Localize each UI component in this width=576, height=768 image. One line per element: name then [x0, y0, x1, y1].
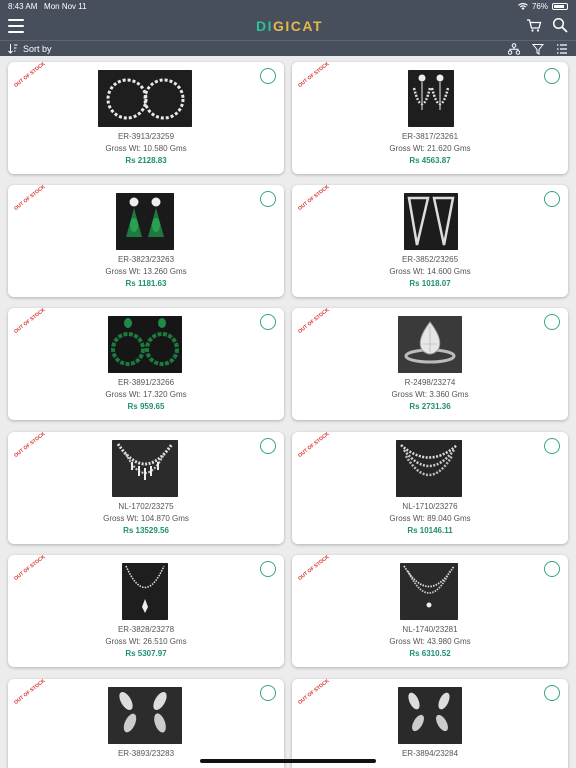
product-weight: Gross Wt: 104.870 Gms: [103, 514, 189, 523]
product-code: NL-1740/23281: [402, 625, 458, 634]
out-of-stock-badge: OUT OF STOCK: [297, 554, 331, 582]
product-weight: Gross Wt: 13.260 Gms: [105, 267, 187, 276]
app-header: DIGICAT: [0, 14, 576, 40]
select-checkbox[interactable]: [544, 685, 560, 701]
sort-bar: Sort by: [0, 40, 576, 56]
product-price: Rs 2731.36: [409, 402, 451, 411]
product-price: Rs 1181.63: [125, 279, 167, 288]
select-checkbox[interactable]: [544, 314, 560, 330]
product-code: ER-3817/23261: [401, 132, 459, 141]
product-price: Rs 1018.07: [409, 279, 451, 288]
product-weight: Gross Wt: 10.580 Gms: [105, 144, 187, 153]
product-weight: Gross Wt: 26.510 Gms: [105, 637, 187, 646]
product-code: ER-3823/23263: [117, 255, 175, 264]
product-price: Rs 5307.97: [125, 649, 167, 658]
out-of-stock-badge: OUT OF STOCK: [13, 184, 47, 212]
product-card[interactable]: OUT OF STOCK NL-1702/23275 Gross Wt: 104…: [8, 431, 284, 544]
product-image-leaf-cluster-earrings: [398, 687, 462, 744]
app-logo: DIGICAT: [256, 18, 324, 34]
out-of-stock-badge: OUT OF STOCK: [13, 678, 47, 706]
out-of-stock-badge: OUT OF STOCK: [297, 307, 331, 335]
sort-by-label: Sort by: [23, 43, 52, 54]
product-grid: OUT OF STOCK ER-3913/23259 Gross Wt: 10.…: [0, 56, 576, 768]
select-checkbox[interactable]: [544, 68, 560, 84]
product-card[interactable]: OUT OF STOCK ER-3823/23263 Gross Wt: 13.…: [8, 184, 284, 297]
select-checkbox[interactable]: [544, 191, 560, 207]
product-card[interactable]: OUT OF STOCK ER-3894/23284: [292, 678, 568, 768]
product-card[interactable]: OUT OF STOCK ER-3891/23266 Gross Wt: 17.…: [8, 307, 284, 420]
out-of-stock-badge: OUT OF STOCK: [297, 184, 331, 212]
product-card[interactable]: OUT OF STOCK NL-1710/23276 Gross Wt: 89.…: [292, 431, 568, 544]
product-price: Rs 959.65: [127, 402, 165, 411]
select-checkbox[interactable]: [260, 68, 276, 84]
menu-icon[interactable]: [8, 19, 24, 33]
out-of-stock-badge: OUT OF STOCK: [13, 61, 47, 89]
sort-by-button[interactable]: Sort by: [8, 43, 52, 54]
search-icon[interactable]: [552, 17, 568, 33]
out-of-stock-badge: OUT OF STOCK: [13, 307, 47, 335]
product-code: ER-3913/23259: [117, 132, 175, 141]
product-image-layered-necklace: [396, 440, 462, 497]
select-checkbox[interactable]: [260, 191, 276, 207]
product-price: Rs 13529.56: [123, 526, 169, 535]
product-card[interactable]: OUT OF STOCK ER-3913/23259 Gross Wt: 10.…: [8, 61, 284, 174]
product-price: Rs 6310.52: [409, 649, 451, 658]
hierarchy-icon[interactable]: [508, 43, 520, 55]
out-of-stock-badge: OUT OF STOCK: [297, 61, 331, 89]
out-of-stock-badge: OUT OF STOCK: [13, 431, 47, 459]
product-code: ER-3891/23266: [117, 378, 175, 387]
product-weight: Gross Wt: 3.360 Gms: [391, 390, 469, 399]
select-checkbox[interactable]: [260, 438, 276, 454]
product-code: NL-1710/23276: [402, 502, 458, 511]
product-card[interactable]: OUT OF STOCK ER-3893/23283: [8, 678, 284, 768]
product-image-chandelier-earrings: [408, 70, 454, 127]
product-card[interactable]: OUT OF STOCK ER-3817/23261 Gross Wt: 21.…: [292, 61, 568, 174]
product-image-pendant-necklace: [122, 563, 168, 620]
product-code: ER-3828/23278: [117, 625, 175, 634]
out-of-stock-badge: OUT OF STOCK: [297, 431, 331, 459]
product-price: Rs 2128.83: [125, 156, 167, 165]
cart-icon[interactable]: [526, 17, 542, 33]
product-code: NL-1702/23275: [118, 502, 174, 511]
select-checkbox[interactable]: [260, 314, 276, 330]
select-checkbox[interactable]: [260, 685, 276, 701]
product-code: R-2498/23274: [404, 378, 456, 387]
battery-icon: [552, 3, 568, 10]
product-weight: Gross Wt: 43.980 Gms: [389, 637, 471, 646]
status-time: 8:43 AM Mon Nov 11: [8, 2, 87, 11]
product-image-leaf-earrings: [108, 687, 182, 744]
out-of-stock-badge: OUT OF STOCK: [297, 678, 331, 706]
product-image-pear-ring: [398, 316, 462, 373]
product-code: ER-3894/23284: [401, 749, 459, 758]
product-weight: Gross Wt: 21.620 Gms: [389, 144, 471, 153]
product-image-emerald-drop-earrings: [116, 193, 174, 250]
product-card[interactable]: OUT OF STOCK ER-3852/23265 Gross Wt: 14.…: [292, 184, 568, 297]
home-indicator[interactable]: [200, 759, 376, 763]
product-weight: Gross Wt: 17.320 Gms: [105, 390, 187, 399]
filter-icon[interactable]: [532, 43, 544, 55]
sort-icon: [8, 44, 18, 54]
list-view-icon[interactable]: [556, 43, 568, 55]
product-weight: Gross Wt: 14.600 Gms: [389, 267, 471, 276]
product-price: Rs 10146.11: [407, 526, 453, 535]
wifi-icon: [518, 2, 528, 10]
product-image-triangle-earrings: [404, 193, 458, 250]
select-checkbox[interactable]: [260, 561, 276, 577]
status-battery: 76%: [518, 2, 568, 11]
product-weight: Gross Wt: 89.040 Gms: [389, 514, 471, 523]
product-price: Rs 4563.87: [409, 156, 451, 165]
product-card[interactable]: OUT OF STOCK R-2498/23274 Gross Wt: 3.36…: [292, 307, 568, 420]
product-card[interactable]: OUT OF STOCK ER-3828/23278 Gross Wt: 26.…: [8, 554, 284, 667]
select-checkbox[interactable]: [544, 561, 560, 577]
product-image-diamond-necklace: [112, 440, 178, 497]
product-image-hoop-earrings: [98, 70, 192, 127]
select-checkbox[interactable]: [544, 438, 560, 454]
product-code: ER-3893/23283: [117, 749, 175, 758]
out-of-stock-badge: OUT OF STOCK: [13, 554, 47, 582]
product-image-emerald-hoop-earrings: [108, 316, 182, 373]
status-bar: 8:43 AM Mon Nov 11 76%: [0, 0, 576, 14]
product-code: ER-3852/23265: [401, 255, 459, 264]
product-image-double-strand-necklace: [400, 563, 458, 620]
product-card[interactable]: OUT OF STOCK NL-1740/23281 Gross Wt: 43.…: [292, 554, 568, 667]
